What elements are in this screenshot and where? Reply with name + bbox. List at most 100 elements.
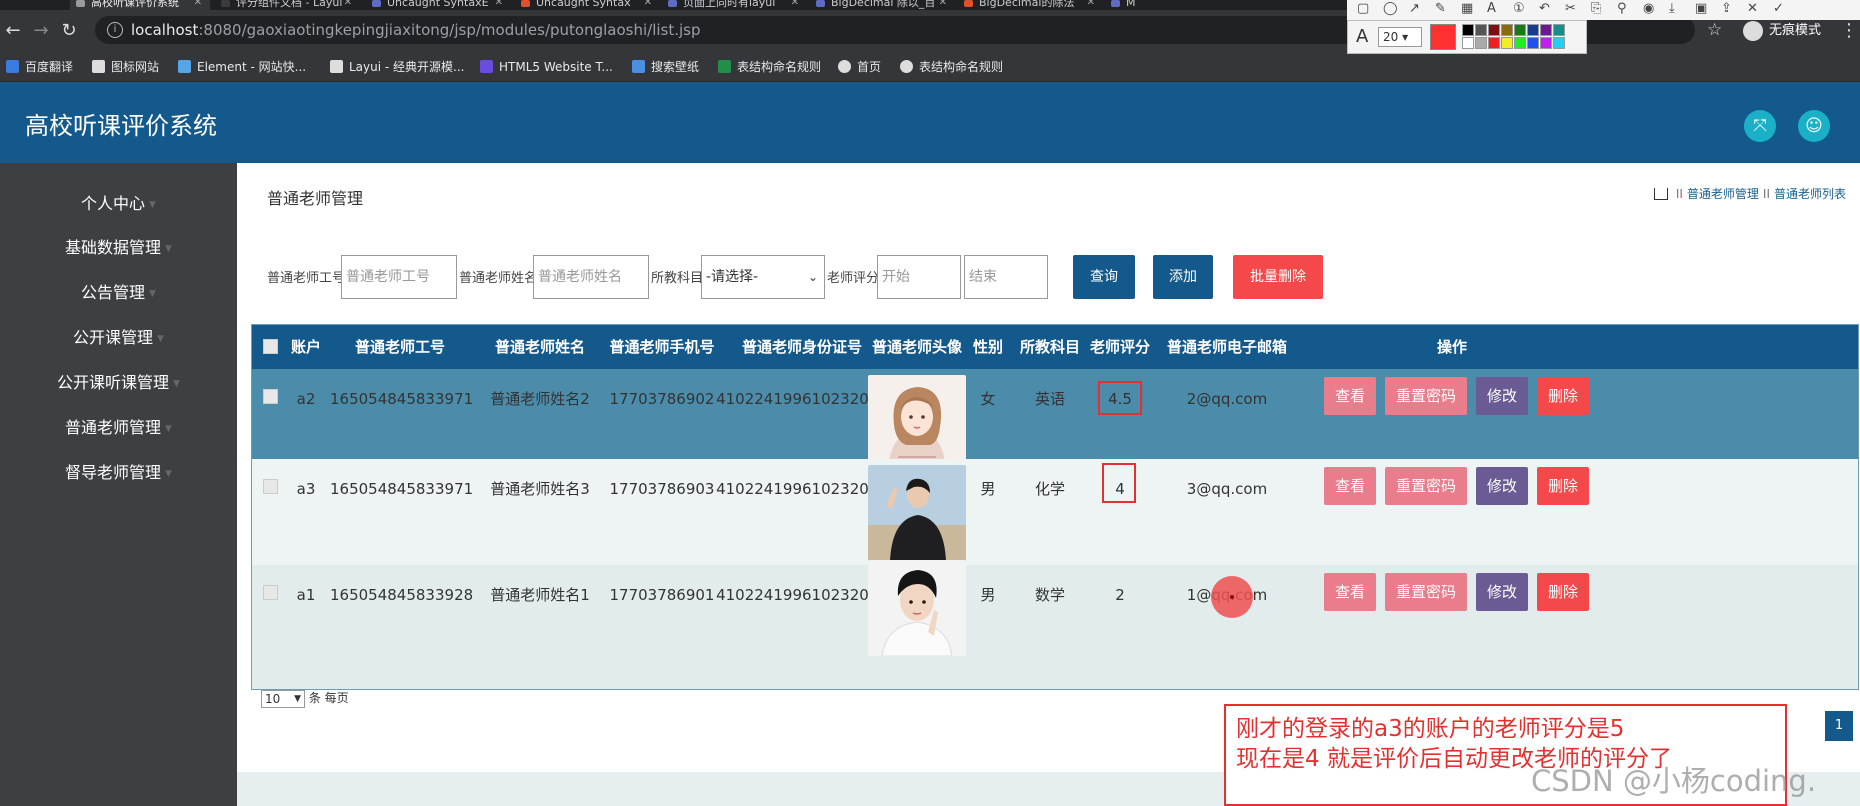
- pen-tool-icon[interactable]: ✎: [1435, 1, 1446, 16]
- back-icon[interactable]: ←: [2, 20, 24, 41]
- name-input[interactable]: 普通老师姓名: [533, 255, 649, 299]
- color-swatch[interactable]: [1540, 24, 1552, 36]
- color-swatch[interactable]: [1553, 24, 1565, 36]
- row-checkbox[interactable]: [263, 585, 278, 600]
- arrow-tool-icon[interactable]: ↗: [1409, 1, 1420, 16]
- pin-icon[interactable]: ⚲: [1617, 1, 1627, 16]
- font-size-select[interactable]: 20 ▾: [1378, 27, 1422, 47]
- color-swatch[interactable]: [1553, 37, 1565, 49]
- color-swatch[interactable]: [1527, 37, 1539, 49]
- bookmark-item[interactable]: 表结构命名规则: [718, 59, 821, 75]
- incognito-indicator[interactable]: 无痕模式: [1743, 18, 1821, 44]
- edit-button[interactable]: 修改: [1476, 467, 1528, 505]
- bookmark-item[interactable]: Layui - 经典开源模...: [330, 59, 464, 75]
- browser-tab[interactable]: 页面上同时有layui ✕: [662, 0, 807, 10]
- edit-button[interactable]: 修改: [1476, 573, 1528, 611]
- download-icon[interactable]: ⤓: [1669, 1, 1675, 16]
- delete-button[interactable]: 删除: [1537, 377, 1589, 415]
- color-swatch[interactable]: [1462, 37, 1474, 49]
- fullscreen-icon[interactable]: ⤧: [1744, 110, 1776, 142]
- ellipse-tool-icon[interactable]: ◯: [1383, 1, 1398, 16]
- browser-tab[interactable]: Uncaught Syntax ✕: [515, 0, 660, 10]
- batch-delete-button[interactable]: 批量删除: [1233, 255, 1323, 299]
- color-swatch[interactable]: [1514, 24, 1526, 36]
- save-icon[interactable]: ▣: [1695, 1, 1707, 16]
- bookmark-star-icon[interactable]: ☆: [1707, 20, 1722, 40]
- browser-menu-icon[interactable]: ⋮: [1840, 20, 1858, 41]
- reset-password-button[interactable]: 重置密码: [1385, 377, 1467, 415]
- forward-icon[interactable]: →: [30, 20, 52, 41]
- subject-select[interactable]: -请选择- ⌄: [701, 255, 825, 299]
- tab-close-icon[interactable]: ✕: [791, 0, 799, 8]
- job-no-input[interactable]: 普通老师工号: [341, 255, 457, 299]
- color-swatch[interactable]: [1540, 37, 1552, 49]
- delete-button[interactable]: 删除: [1537, 467, 1589, 505]
- add-button[interactable]: 添加: [1153, 255, 1213, 299]
- breadcrumb-item[interactable]: 普通老师管理: [1687, 187, 1759, 201]
- color-swatch[interactable]: [1527, 24, 1539, 36]
- browser-tab[interactable]: BigDecimal 除以_百 ✕: [810, 0, 955, 10]
- browser-tab[interactable]: M: [1105, 0, 1145, 10]
- tab-close-icon[interactable]: ✕: [1087, 0, 1095, 8]
- page-size-select[interactable]: 10 ▼: [261, 689, 305, 708]
- mosaic-tool-icon[interactable]: ▦: [1461, 1, 1473, 16]
- view-button[interactable]: 查看: [1324, 573, 1376, 611]
- view-button[interactable]: 查看: [1324, 377, 1376, 415]
- tab-close-icon[interactable]: ✕: [644, 0, 652, 8]
- breadcrumb-item[interactable]: 普通老师列表: [1774, 187, 1846, 201]
- bookmark-item[interactable]: 图标网站: [92, 59, 159, 75]
- row-checkbox[interactable]: [263, 389, 278, 404]
- tab-close-icon[interactable]: ✕: [495, 0, 503, 8]
- cancel-icon[interactable]: ✕: [1747, 1, 1758, 16]
- color-swatch[interactable]: [1501, 37, 1513, 49]
- bookmark-item[interactable]: 搜索壁纸: [632, 59, 699, 75]
- sidebar-item-teachers[interactable]: 普通老师管理 ▼: [0, 406, 237, 450]
- number-tool-icon[interactable]: ①: [1513, 1, 1525, 16]
- site-info-icon[interactable]: i: [107, 22, 123, 38]
- color-swatch[interactable]: [1462, 24, 1474, 36]
- color-swatch[interactable]: [1488, 37, 1500, 49]
- record-icon[interactable]: ◉: [1643, 1, 1654, 16]
- text-tool-icon[interactable]: A: [1487, 1, 1496, 16]
- copy-icon[interactable]: ⎘: [1591, 1, 1601, 16]
- tab-close-icon[interactable]: ✕: [194, 0, 202, 8]
- browser-tab-active[interactable]: 高校听课评价系统 ✕: [70, 0, 210, 10]
- rect-tool-icon[interactable]: ▢: [1357, 1, 1369, 16]
- select-all-checkbox[interactable]: [263, 339, 278, 354]
- undo-icon[interactable]: ↶: [1539, 1, 1550, 16]
- bookmark-item[interactable]: 百度翻译: [6, 59, 73, 75]
- sidebar-item-notices[interactable]: 公告管理 ▼: [0, 271, 237, 315]
- current-color-swatch[interactable]: [1430, 24, 1456, 50]
- color-swatch[interactable]: [1501, 24, 1513, 36]
- view-button[interactable]: 查看: [1324, 467, 1376, 505]
- sidebar-item-open-class[interactable]: 公开课管理 ▼: [0, 316, 237, 360]
- score-start-input[interactable]: 开始: [877, 255, 961, 299]
- color-swatch[interactable]: [1475, 37, 1487, 49]
- bookmark-item[interactable]: 表结构命名规则: [900, 59, 1003, 75]
- sidebar-item-basic-data[interactable]: 基础数据管理 ▼: [0, 226, 237, 270]
- browser-tab[interactable]: Uncaught SyntaxE ✕: [366, 0, 511, 10]
- bookmark-item[interactable]: HTML5 Website T...: [480, 59, 613, 75]
- share-icon[interactable]: ⇪: [1721, 1, 1732, 16]
- page-number-button[interactable]: 1: [1825, 711, 1853, 741]
- sidebar-item-open-class-audit[interactable]: 公开课听课管理 ▼: [0, 361, 237, 405]
- bookmark-item[interactable]: Element - 网站快...: [178, 59, 306, 75]
- browser-tab[interactable]: BigDecimal的除法 ✕: [958, 0, 1103, 10]
- delete-button[interactable]: 删除: [1537, 573, 1589, 611]
- bookmark-item[interactable]: 首页: [838, 59, 881, 75]
- confirm-icon[interactable]: ✓: [1773, 1, 1784, 16]
- reload-icon[interactable]: ↻: [58, 20, 80, 41]
- sidebar-item-profile[interactable]: 个人中心 ▼: [0, 182, 237, 226]
- edit-button[interactable]: 修改: [1476, 377, 1528, 415]
- tab-close-icon[interactable]: ✕: [939, 0, 947, 8]
- query-button[interactable]: 查询: [1073, 255, 1135, 299]
- color-swatch[interactable]: [1488, 24, 1500, 36]
- browser-tab[interactable]: 评分组件文档 - Layui ✕: [215, 0, 360, 10]
- tab-close-icon[interactable]: ✕: [344, 0, 352, 8]
- user-icon[interactable]: ☺: [1798, 110, 1830, 142]
- home-icon[interactable]: [1653, 188, 1668, 200]
- color-swatch[interactable]: [1475, 24, 1487, 36]
- reset-password-button[interactable]: 重置密码: [1385, 573, 1467, 611]
- score-end-input[interactable]: 结束: [964, 255, 1048, 299]
- row-checkbox[interactable]: [263, 479, 278, 494]
